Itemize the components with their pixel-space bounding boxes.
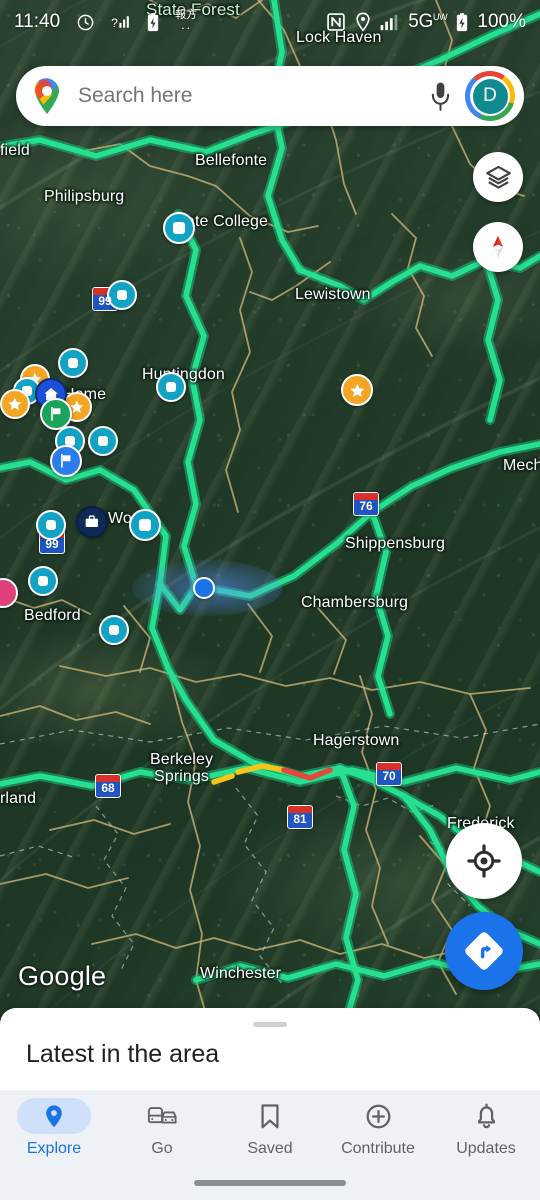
- nav-label-saved: Saved: [247, 1140, 293, 1157]
- compass-icon: [492, 235, 504, 259]
- map-marker-lodging[interactable]: [36, 510, 66, 540]
- nfc-icon: [327, 13, 345, 31]
- avatar-ring-inner: D: [470, 76, 510, 116]
- directions-icon: [465, 932, 503, 970]
- nav-item-saved[interactable]: Saved: [216, 1098, 324, 1158]
- map-marker-lodging[interactable]: [99, 615, 129, 645]
- search-bar[interactable]: D: [16, 66, 524, 126]
- google-maps-screen: State Forest Lock Haven field Bellefonte Phi…: [0, 0, 540, 1200]
- map-layers-button[interactable]: [473, 152, 523, 202]
- transit-car-icon: [125, 1098, 199, 1134]
- shield-number: 70: [382, 769, 396, 783]
- system-home-indicator[interactable]: [194, 1180, 346, 1186]
- map-marker-star[interactable]: [0, 389, 30, 419]
- map-marker-work[interactable]: [76, 506, 108, 538]
- battery-percent-label: 100%: [477, 11, 526, 32]
- compass-button[interactable]: [473, 222, 523, 272]
- map-marker-lodging[interactable]: [88, 426, 118, 456]
- nav-label-contribute: Contribute: [341, 1140, 415, 1157]
- sheet-drag-handle[interactable]: [253, 1022, 287, 1027]
- my-location-button[interactable]: [446, 823, 522, 899]
- map-marker-star[interactable]: [341, 374, 373, 406]
- sheet-title: Latest in the area: [26, 1040, 220, 1068]
- nav-label-updates: Updates: [456, 1140, 516, 1157]
- google-watermark: Google: [18, 961, 107, 991]
- signal-bars-icon: [380, 14, 398, 30]
- shield-number: 99: [45, 537, 59, 551]
- shield-number: 76: [359, 499, 373, 513]
- weather-widget-dots: ··: [180, 20, 192, 35]
- my-location-icon: [467, 844, 501, 878]
- search-input[interactable]: [64, 84, 419, 108]
- battery-charging-icon: [457, 12, 468, 31]
- microphone-icon: [431, 82, 449, 111]
- layers-icon: [485, 165, 511, 189]
- bell-icon: [449, 1098, 523, 1134]
- shield-number: 68: [101, 781, 115, 795]
- highway-shield-70: 70: [376, 762, 402, 786]
- nav-label-explore: Explore: [26, 1140, 82, 1157]
- dnd-icon: [77, 14, 94, 30]
- highway-shield-68: 68: [95, 774, 121, 798]
- svg-text:?: ?: [111, 16, 118, 30]
- nav-label-go: Go: [151, 1140, 173, 1157]
- avatar: D: [472, 78, 508, 114]
- nav-item-go[interactable]: Go: [108, 1098, 216, 1158]
- blue-location-dot[interactable]: [193, 577, 215, 599]
- highway-shield-81: 81: [287, 805, 313, 829]
- map-marker-lodging[interactable]: [58, 348, 88, 378]
- map-marker-lodging[interactable]: [156, 372, 186, 402]
- battery-saver-icon: [147, 12, 159, 31]
- google-maps-pin-icon: [34, 78, 59, 114]
- map-marker-lodging[interactable]: [129, 509, 161, 541]
- map-marker-lodging[interactable]: [28, 566, 58, 596]
- shield-number: 81: [293, 812, 307, 826]
- network-type-label: 5G UW: [408, 11, 448, 32]
- bottom-sheet[interactable]: Latest in the area: [0, 1008, 540, 1090]
- status-clock: 11:40: [14, 11, 61, 32]
- nav-item-explore[interactable]: Explore: [0, 1098, 108, 1158]
- map-marker-lodging[interactable]: [163, 212, 195, 244]
- nav-item-updates[interactable]: Updates: [432, 1098, 540, 1158]
- signal-bars-unknown-icon: ?: [111, 16, 129, 30]
- status-bar: 11:40 ? 報方 ·· 5G UW 100%: [0, 0, 540, 44]
- highway-shield-76: 76: [353, 492, 379, 516]
- directions-fab[interactable]: [445, 912, 523, 990]
- voice-search-button[interactable]: [419, 75, 461, 117]
- bookmark-icon: [233, 1098, 307, 1134]
- map-marker-flag-blue[interactable]: [50, 445, 82, 477]
- location-pin-icon: [17, 1098, 91, 1134]
- location-active-icon: [356, 12, 370, 32]
- plus-circle-icon: [341, 1098, 415, 1134]
- nav-item-contribute[interactable]: Contribute: [324, 1098, 432, 1158]
- account-avatar-button[interactable]: D: [465, 71, 515, 121]
- shield-number: 99: [98, 294, 112, 308]
